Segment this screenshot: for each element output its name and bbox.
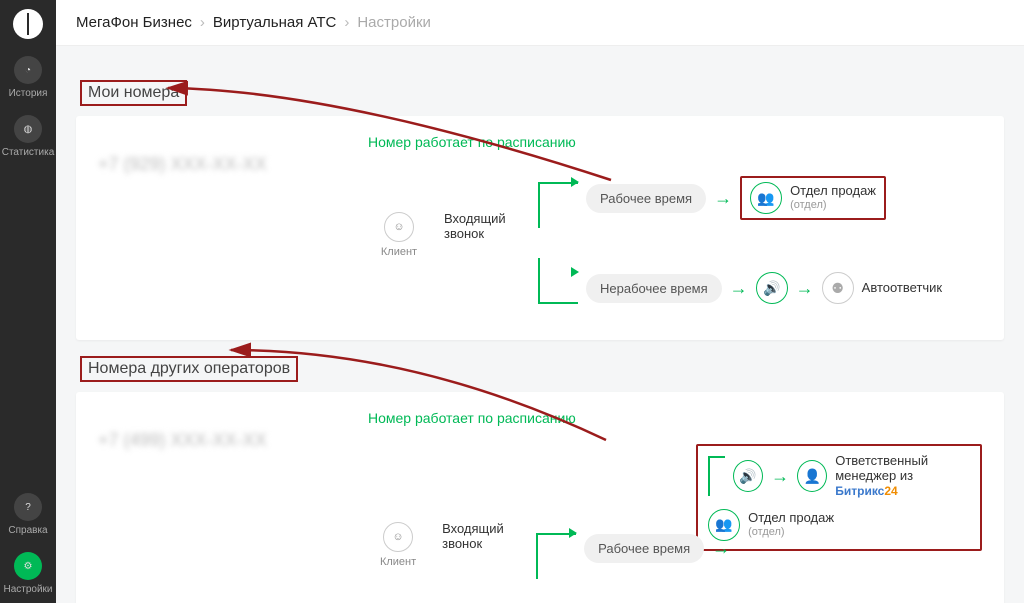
- sidebar-item-label: Справка: [8, 525, 47, 536]
- work-hours-pill[interactable]: Рабочее время: [586, 184, 706, 213]
- people-icon: 👥: [750, 182, 782, 214]
- gear-icon: ⚙: [14, 552, 42, 580]
- sidebar-item-label: Настройки: [3, 584, 52, 595]
- work-hours-pill[interactable]: Рабочее время: [584, 534, 704, 563]
- autoresponder-label: Автоответчик: [862, 281, 942, 296]
- number-card: +7 (499) ХХХ-ХХ-ХХ Номер работает по рас…: [76, 392, 1004, 603]
- breadcrumb: МегаФон Бизнес › Виртуальная АТС › Настр…: [56, 0, 1024, 46]
- arrow-right-icon: →: [714, 188, 732, 209]
- speaker-icon[interactable]: 🔊: [733, 460, 763, 492]
- voicemail-icon[interactable]: ⚉: [822, 272, 854, 304]
- client-label: Клиент: [380, 556, 416, 568]
- person-icon[interactable]: 👤: [797, 460, 827, 492]
- breadcrumb-current: Настройки: [357, 14, 431, 31]
- schedule-status: Номер работает по расписанию: [368, 134, 982, 150]
- sidebar-item-history[interactable]: ◔ История: [0, 48, 56, 107]
- phone-number[interactable]: +7 (929) ХХХ-ХХ-ХХ: [98, 154, 368, 175]
- arrow-right-icon: →: [730, 278, 748, 299]
- sidebar-item-label: Статистика: [2, 147, 55, 158]
- bitrix-logo: Битрикс24: [835, 484, 897, 498]
- responsible-manager-label: Ответственный менеджер из Битрикс24: [835, 454, 970, 499]
- number-card: +7 (929) ХХХ-ХХ-ХХ Номер работает по рас…: [76, 116, 1004, 340]
- clock-icon: ◔: [14, 56, 42, 84]
- client-node: ☺ Клиент: [368, 522, 428, 568]
- schedule-status: Номер работает по расписанию: [368, 410, 982, 426]
- client-node: ☺ Клиент: [368, 212, 430, 258]
- sidebar-item-settings[interactable]: ⚙ Настройки: [0, 544, 56, 603]
- department-highlight: 👥 Отдел продаж (отдел): [740, 176, 886, 220]
- headset-icon: ☺: [384, 212, 414, 242]
- section-title-other-operators: Номера других операторов: [80, 356, 298, 382]
- sidebar-item-label: История: [9, 88, 48, 99]
- headset-icon: ☺: [383, 522, 413, 552]
- arrow-right-icon: →: [796, 278, 814, 299]
- incoming-call-label: Входящий звонок: [444, 212, 524, 242]
- section-title-my-numbers: Мои номера: [80, 80, 187, 106]
- chevron-right-icon: ›: [344, 14, 349, 31]
- work-hours-path: Рабочее время →: [536, 519, 982, 579]
- nonwork-hours-pill[interactable]: Нерабочее время: [586, 274, 722, 303]
- phone-number[interactable]: +7 (499) ХХХ-ХХ-ХХ: [98, 430, 368, 451]
- arrow-right-icon: →: [771, 466, 789, 487]
- arrow-right-icon: →: [712, 538, 730, 559]
- incoming-call-label: Входящий звонок: [442, 522, 522, 552]
- department-label[interactable]: Отдел продаж (отдел): [790, 184, 876, 212]
- breadcrumb-item[interactable]: МегаФон Бизнес: [76, 14, 192, 31]
- content: Мои номера +7 (929) ХХХ-ХХ-ХХ Номер рабо…: [56, 46, 1024, 603]
- sidebar-item-help[interactable]: ? Справка: [0, 485, 56, 544]
- sidebar-item-stats[interactable]: ◍ Статистика: [0, 107, 56, 166]
- globe-icon: ◍: [14, 115, 42, 143]
- breadcrumb-item[interactable]: Виртуальная АТС: [213, 14, 336, 31]
- chevron-right-icon: ›: [200, 14, 205, 31]
- main: МегаФон Бизнес › Виртуальная АТС › Настр…: [56, 0, 1024, 603]
- sidebar: ◔ История ◍ Статистика ? Справка ⚙ Настр…: [0, 0, 56, 603]
- help-icon: ?: [14, 493, 42, 521]
- speaker-icon[interactable]: 🔊: [756, 272, 788, 304]
- client-label: Клиент: [381, 246, 417, 258]
- work-hours-path: Рабочее время → 👥 Отдел продаж (отдел): [538, 168, 942, 228]
- logo: [0, 0, 56, 48]
- nonwork-hours-path: Нерабочее время → 🔊 → ⚉ Автоответчик: [538, 258, 942, 318]
